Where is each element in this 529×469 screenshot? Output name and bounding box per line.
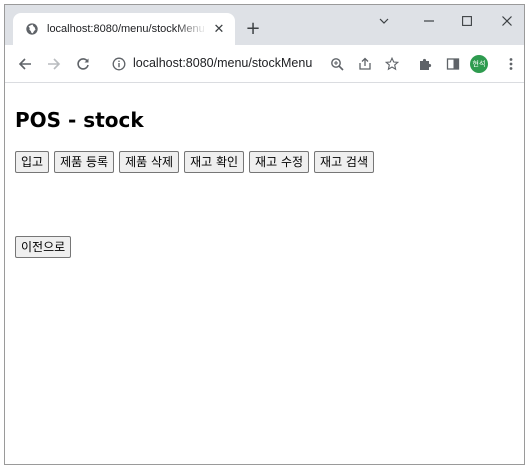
page-title: POS - stock [15,108,144,132]
back-arrow-icon[interactable] [15,54,35,74]
site-info-icon[interactable] [109,54,129,74]
maximize-icon[interactable] [457,13,477,33]
browser-toolbar: localhost:8080/menu/stockMenu 현석 [5,45,524,83]
close-window-icon[interactable] [497,13,517,33]
page-content: POS - stock 입고 제품 등록 제품 삭제 재고 확인 재고 수정 재… [5,84,524,464]
product-delete-button[interactable]: 제품 삭제 [119,151,180,173]
forward-arrow-icon[interactable] [44,54,64,74]
product-register-button[interactable]: 제품 등록 [54,151,115,173]
profile-avatar[interactable]: 현석 [470,55,488,73]
zoom-icon[interactable] [327,54,347,74]
minimize-icon[interactable] [419,13,439,33]
bookmark-star-icon[interactable] [382,54,402,74]
tab-strip: localhost:8080/menu/stockMenu ✕ + [5,5,524,45]
share-icon[interactable] [355,54,375,74]
globe-icon [26,23,38,35]
stock-menu-buttons: 입고 제품 등록 제품 삭제 재고 확인 재고 수정 재고 검색 [15,151,375,173]
new-tab-button[interactable]: + [243,19,263,39]
back-button[interactable]: 이전으로 [15,236,72,258]
tab-title: localhost:8080/menu/stockMenu [47,23,205,35]
reload-icon[interactable] [73,54,93,74]
more-menu-icon[interactable] [501,54,521,74]
stock-check-button[interactable]: 재고 확인 [184,151,245,173]
address-bar-url[interactable]: localhost:8080/menu/stockMenu [133,56,312,70]
tab-search-icon[interactable] [374,13,394,33]
stock-edit-button[interactable]: 재고 수정 [249,151,310,173]
tab-stock-menu[interactable]: localhost:8080/menu/stockMenu ✕ [13,13,235,45]
tab-close-icon[interactable]: ✕ [211,21,227,37]
browser-window: localhost:8080/menu/stockMenu ✕ + localh… [4,4,525,465]
stock-in-button[interactable]: 입고 [15,151,50,173]
side-panel-icon[interactable] [443,54,463,74]
stock-search-button[interactable]: 재고 검색 [314,151,375,173]
extensions-puzzle-icon[interactable] [415,54,435,74]
